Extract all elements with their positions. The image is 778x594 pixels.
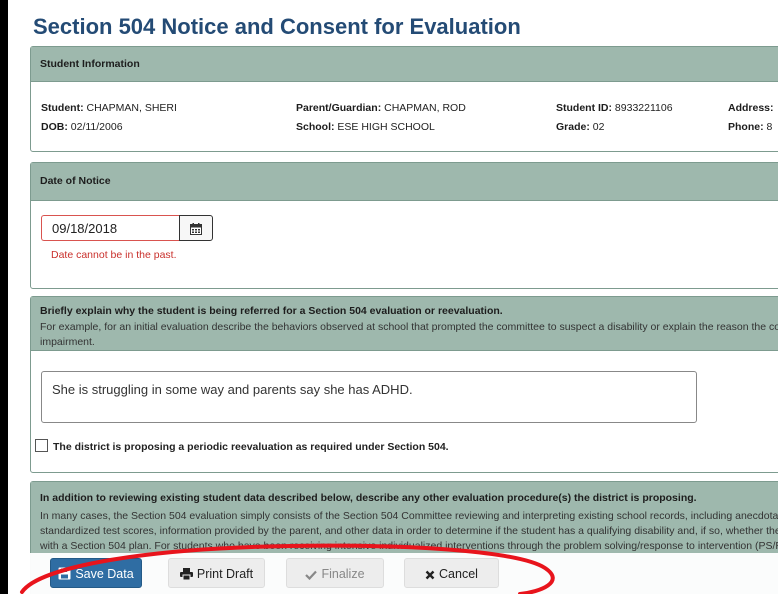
close-icon xyxy=(425,570,435,580)
form-frame: Section 504 Notice and Consent for Evalu… xyxy=(8,0,778,594)
dob-value: 02/11/2006 xyxy=(70,121,123,133)
save-data-label: Save Data xyxy=(75,567,134,581)
checkmark-icon xyxy=(305,570,318,581)
address-label: Address: xyxy=(728,102,774,114)
cancel-label: Cancel xyxy=(439,567,478,581)
periodic-reevaluation-option[interactable]: The district is proposing a periodic ree… xyxy=(35,439,449,453)
print-draft-button[interactable]: Print Draft xyxy=(168,558,265,588)
page-title: Section 504 Notice and Consent for Evalu… xyxy=(33,14,521,39)
notice-date-input[interactable]: 09/18/2018 xyxy=(41,215,179,241)
student-id-label: Student ID: xyxy=(556,102,612,114)
phone: Phone: 8 xyxy=(728,121,772,133)
referral-reason-title: Briefly explain why the student is being… xyxy=(40,305,503,317)
finalize-label: Finalize xyxy=(321,567,365,581)
periodic-reevaluation-checkbox[interactable] xyxy=(35,439,48,452)
save-data-button[interactable]: Save Data xyxy=(50,558,142,588)
calendar-button[interactable] xyxy=(179,215,213,241)
dob-label: DOB: xyxy=(41,121,68,133)
save-icon xyxy=(58,567,71,580)
referral-reason-panel: Briefly explain why the student is being… xyxy=(30,296,778,473)
date-of-notice-panel: Date of Notice 09/18/2018 Date cannot be… xyxy=(30,162,778,289)
school: School: ESE HIGH SCHOOL xyxy=(296,121,435,133)
print-draft-label: Print Draft xyxy=(196,567,254,581)
calendar-icon xyxy=(190,223,202,235)
student-name-value: CHAPMAN, SHERI xyxy=(86,102,177,114)
grade-value: 02 xyxy=(592,121,605,133)
referral-reason-help: For example, for an initial evaluation d… xyxy=(40,321,778,348)
periodic-reevaluation-label: The district is proposing a periodic ree… xyxy=(53,441,449,453)
evaluation-procedures-help: In many cases, the Section 504 evaluatio… xyxy=(40,510,778,552)
grade: Grade: 02 xyxy=(556,121,604,133)
student-name: Student: CHAPMAN, SHERI xyxy=(41,102,177,114)
school-value: ESE HIGH SCHOOL xyxy=(337,121,435,133)
dob: DOB: 02/11/2006 xyxy=(41,121,123,133)
evaluation-procedures-title: In addition to reviewing existing studen… xyxy=(40,492,697,504)
student-id: Student ID: 8933221106 xyxy=(556,102,673,114)
student-name-label: Student: xyxy=(41,102,84,114)
parent-guardian: Parent/Guardian: CHAPMAN, ROD xyxy=(296,102,466,114)
date-error-message: Date cannot be in the past. xyxy=(51,249,177,261)
student-id-value: 8933221106 xyxy=(614,102,673,114)
referral-reason-header: Briefly explain why the student is being… xyxy=(31,297,778,351)
finalize-button[interactable]: Finalize xyxy=(286,558,384,588)
school-label: School: xyxy=(296,121,335,133)
action-bar: Save Data Print Draft Finalize Cancel xyxy=(8,553,778,594)
phone-value: 8 xyxy=(766,121,773,133)
grade-label: Grade: xyxy=(556,121,590,133)
cancel-button[interactable]: Cancel xyxy=(404,558,499,588)
parent-guardian-value: CHAPMAN, ROD xyxy=(384,102,466,114)
print-icon xyxy=(179,568,193,581)
student-info-header: Student Information xyxy=(31,47,778,82)
student-info-panel: Student Information Student: CHAPMAN, SH… xyxy=(30,46,778,152)
referral-reason-textarea[interactable]: She is struggling in some way and parent… xyxy=(41,371,697,423)
date-of-notice-header: Date of Notice xyxy=(31,163,778,201)
address: Address: xyxy=(728,102,774,114)
phone-label: Phone: xyxy=(728,121,764,133)
parent-guardian-label: Parent/Guardian: xyxy=(296,102,382,114)
